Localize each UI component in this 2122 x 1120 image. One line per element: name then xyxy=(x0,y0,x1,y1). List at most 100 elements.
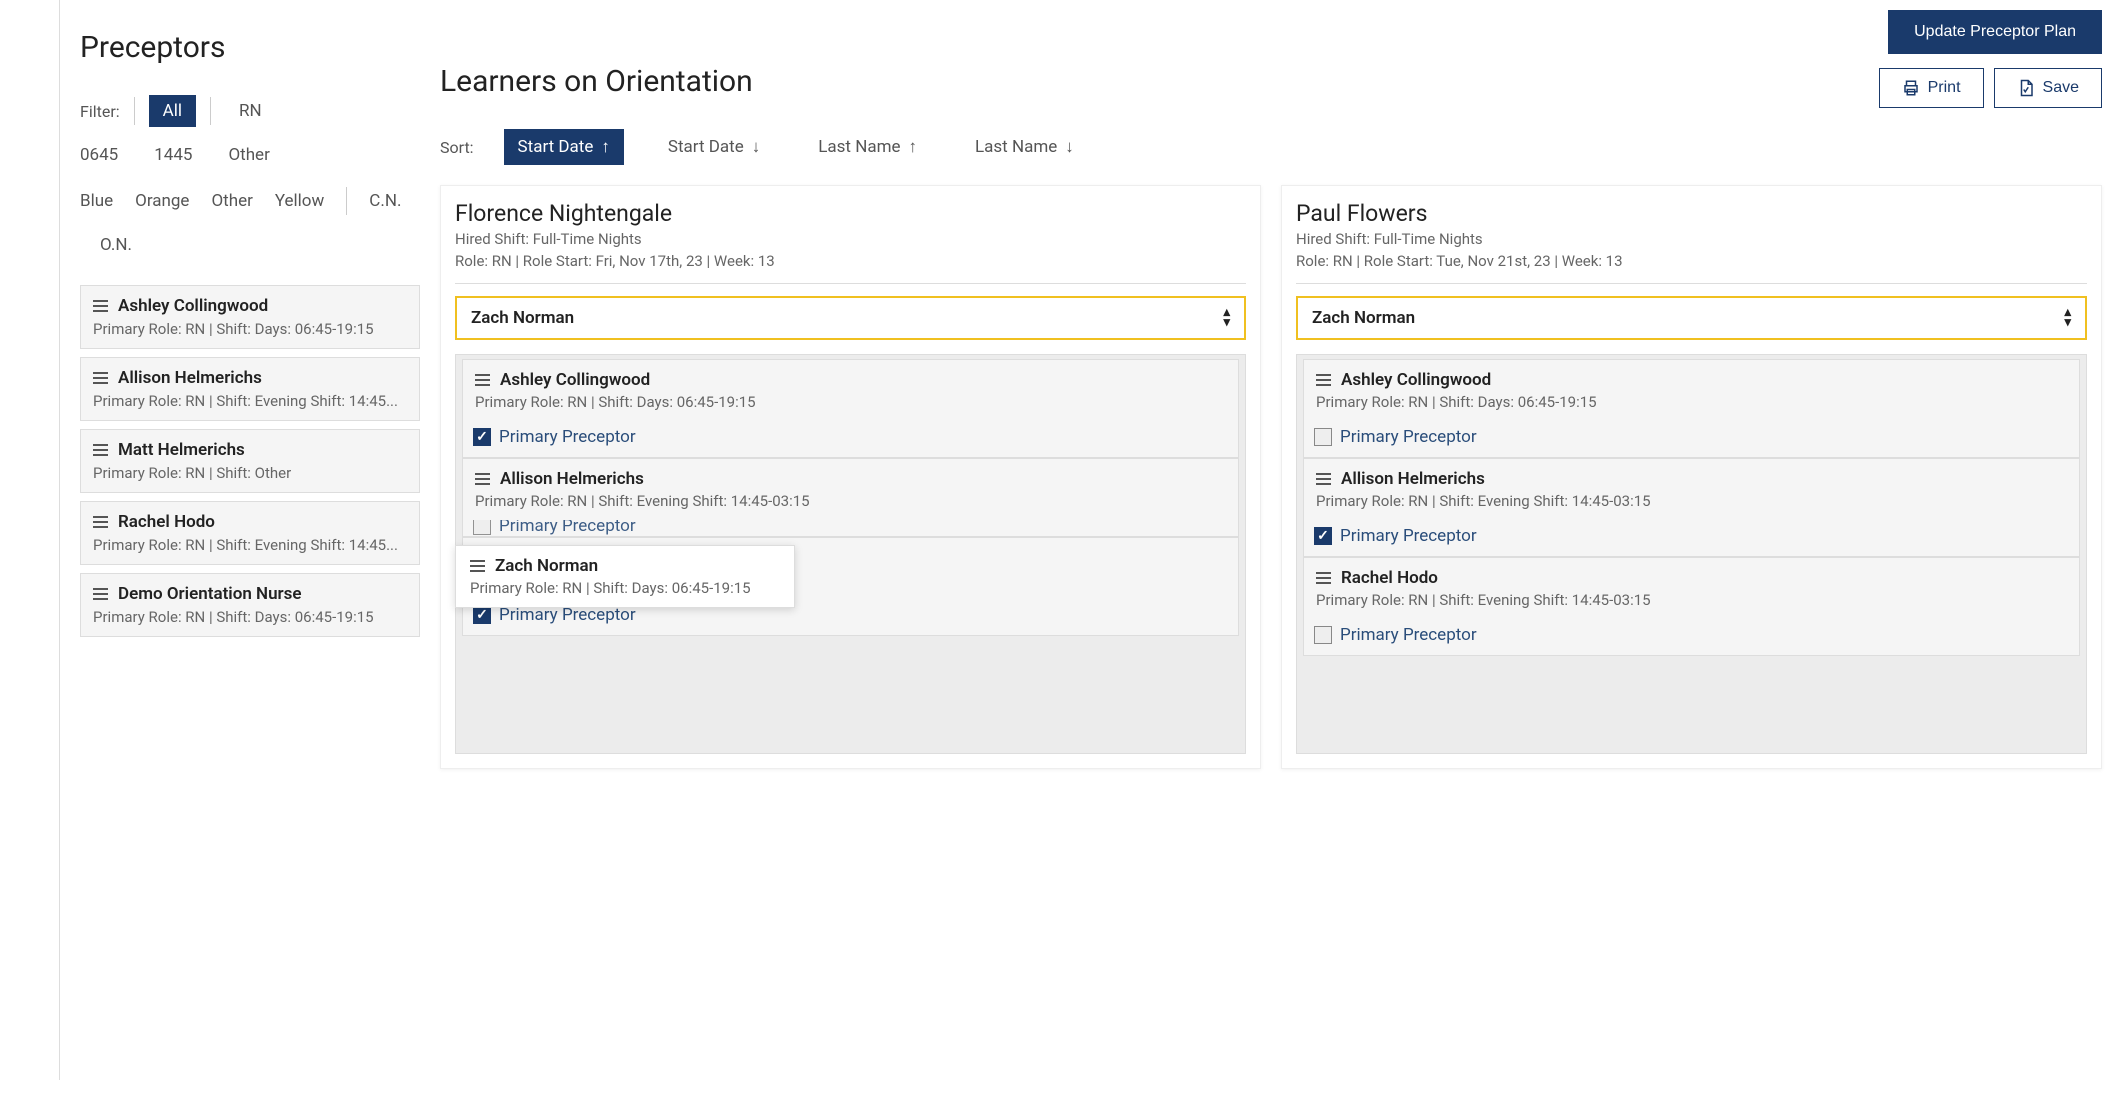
filter-row-role: Filter: All RN xyxy=(80,95,420,127)
preceptor-detail: Primary Role: RN | Shift: Other xyxy=(93,464,407,482)
left-gutter xyxy=(0,0,60,1080)
arrow-icon: ↑ xyxy=(909,137,918,157)
learners-title: Learners on Orientation xyxy=(440,64,753,99)
assigned-preceptor-item[interactable]: Ashley Collingwood Primary Role: RN | Shi… xyxy=(462,359,1239,458)
assigned-preceptor-item[interactable]: Ashley Collingwood Primary Role: RN | Shi… xyxy=(1303,359,2080,458)
drag-handle-icon[interactable] xyxy=(475,374,490,386)
primary-preceptor-checkbox[interactable] xyxy=(473,428,491,446)
divider xyxy=(210,97,211,125)
filter-chip-yellow[interactable]: Yellow xyxy=(275,191,324,211)
filter-chip-blue[interactable]: Blue xyxy=(80,191,113,211)
primary-preceptor-checkbox[interactable] xyxy=(1314,527,1332,545)
selected-preceptor-value: Zach Norman xyxy=(471,308,574,328)
primary-preceptor-row[interactable]: Primary Preceptor xyxy=(1304,421,2079,457)
save-button[interactable]: Save xyxy=(1994,68,2102,108)
learner-meta: Hired Shift: Full-Time NightsRole: RN | … xyxy=(1296,229,2087,284)
sort-label-text: Last Name xyxy=(975,137,1057,157)
drag-handle-icon[interactable] xyxy=(93,300,108,312)
top-bar: Update Preceptor Plan xyxy=(440,0,2102,64)
drag-handle-icon[interactable] xyxy=(1316,572,1331,584)
drag-handle-icon[interactable] xyxy=(1316,473,1331,485)
print-label: Print xyxy=(1928,79,1961,97)
preceptor-detail: Primary Role: RN | Shift: Evening Shift:… xyxy=(93,536,407,554)
filter-row-time: 0645 1445 Other xyxy=(80,139,420,171)
filter-chip-rn[interactable]: RN xyxy=(225,95,276,127)
header-row: Learners on Orientation Print Save xyxy=(440,64,2102,119)
select-caret-icon: ▴▾ xyxy=(1223,308,1230,328)
primary-preceptor-row[interactable]: Primary Preceptor xyxy=(1304,619,2079,655)
filter-chip-other-time[interactable]: Other xyxy=(228,139,283,171)
sort-label-text: Start Date xyxy=(668,137,744,157)
sort-row: Sort: Start Date ↑Start Date ↓Last Name … xyxy=(440,129,2102,165)
primary-preceptor-checkbox[interactable] xyxy=(1314,626,1332,644)
preceptor-item[interactable]: Demo Orientation Nurse Primary Role: RN |… xyxy=(80,573,420,637)
dragging-detail: Primary Role: RN | Shift: Days: 06:45-19… xyxy=(470,579,780,597)
update-preceptor-plan-button[interactable]: Update Preceptor Plan xyxy=(1888,10,2102,54)
select-caret-icon: ▴▾ xyxy=(2064,308,2071,328)
pdf-icon xyxy=(2017,79,2035,97)
filter-row-color: Blue Orange Other Yellow C.N. xyxy=(80,187,420,215)
assigned-detail: Primary Role: RN | Shift: Days: 06:45-19… xyxy=(475,393,1226,411)
filter-chip-orange[interactable]: Orange xyxy=(135,191,189,211)
drag-handle-icon[interactable] xyxy=(93,588,108,600)
primary-preceptor-label: Primary Preceptor xyxy=(499,520,636,536)
assigned-preceptor-list[interactable]: Ashley Collingwood Primary Role: RN | Shi… xyxy=(1296,354,2087,754)
primary-preceptor-label: Primary Preceptor xyxy=(1340,427,1477,447)
print-button[interactable]: Print xyxy=(1879,68,1984,108)
assigned-name: Ashley Collingwood xyxy=(500,370,650,390)
filter-row-on: O.N. xyxy=(80,235,420,255)
assigned-preceptor-item[interactable]: Allison HelmerichsPrimary Role: RN | Shi… xyxy=(462,458,1239,537)
preceptor-item[interactable]: Ashley CollingwoodPrimary Role: RN | Shi… xyxy=(80,285,420,349)
primary-preceptor-checkbox[interactable] xyxy=(1314,428,1332,446)
learner-name: Paul Flowers xyxy=(1296,200,2087,227)
filter-chip-1445[interactable]: 1445 xyxy=(154,139,206,171)
sort-chip[interactable]: Start Date ↑ xyxy=(504,129,624,165)
drag-handle-icon[interactable] xyxy=(475,473,490,485)
filter-chip-cn[interactable]: C.N. xyxy=(369,191,401,211)
primary-preceptor-checkbox[interactable] xyxy=(473,520,491,535)
drag-handle-icon[interactable] xyxy=(93,372,108,384)
filter-chip-0645[interactable]: 0645 xyxy=(80,139,132,171)
sort-label-text: Start Date xyxy=(518,137,594,157)
primary-preceptor-label: Primary Preceptor xyxy=(1340,526,1477,546)
arrow-icon: ↓ xyxy=(1065,137,1074,157)
primary-preceptor-checkbox[interactable] xyxy=(473,606,491,624)
primary-preceptor-row[interactable]: Primary Preceptor xyxy=(463,520,1238,536)
preceptor-name: Ashley Collingwood xyxy=(118,296,268,316)
selected-preceptor-value: Zach Norman xyxy=(1312,308,1415,328)
preceptor-item[interactable]: Allison HelmerichsPrimary Role: RN | Shi… xyxy=(80,357,420,421)
assigned-name: Ashley Collingwood xyxy=(1341,370,1491,390)
drag-handle-icon[interactable] xyxy=(470,560,485,572)
assigned-name: Allison Helmerichs xyxy=(500,469,644,489)
filter-chip-on[interactable]: O.N. xyxy=(100,235,132,255)
sort-chip[interactable]: Start Date ↓ xyxy=(654,129,774,165)
preceptor-list: Ashley Collingwood Primary Role: RN | Shi… xyxy=(80,285,420,637)
arrow-icon: ↑ xyxy=(601,137,610,157)
preceptor-select[interactable]: Zach Norman ▴▾ xyxy=(1296,296,2087,340)
drag-handle-icon[interactable] xyxy=(93,516,108,528)
sort-label: Sort: xyxy=(440,138,474,157)
assigned-preceptor-item[interactable]: Rachel HodoPrimary Role: RN | Shift: Eve… xyxy=(1303,557,2080,656)
assigned-preceptor-item[interactable]: Allison HelmerichsPrimary Role: RN | Shi… xyxy=(1303,458,2080,557)
assigned-detail: Primary Role: RN | Shift: Evening Shift:… xyxy=(1316,591,2067,609)
drag-handle-icon[interactable] xyxy=(1316,374,1331,386)
sort-label-text: Last Name xyxy=(818,137,900,157)
primary-preceptor-row[interactable]: Primary Preceptor xyxy=(463,421,1238,457)
filter-chip-other-color[interactable]: Other xyxy=(211,191,252,211)
filter-chip-all[interactable]: All xyxy=(149,95,196,127)
preceptor-item[interactable]: Matt HelmerichsPrimary Role: RN | Shift:… xyxy=(80,429,420,493)
save-label: Save xyxy=(2043,79,2079,97)
preceptor-name: Demo Orientation Nurse xyxy=(118,584,302,604)
assigned-detail: Primary Role: RN | Shift: Evening Shift:… xyxy=(1316,492,2067,510)
drag-handle-icon[interactable] xyxy=(93,444,108,456)
assigned-detail: Primary Role: RN | Shift: Days: 06:45-19… xyxy=(1316,393,2067,411)
dragging-preceptor-item[interactable]: Zach NormanPrimary Role: RN | Shift: Day… xyxy=(455,545,795,608)
learner-name: Florence Nightengale xyxy=(455,200,1246,227)
sort-chip[interactable]: Last Name ↓ xyxy=(961,129,1088,165)
preceptor-select[interactable]: Zach Norman ▴▾ xyxy=(455,296,1246,340)
preceptor-detail: Primary Role: RN | Shift: Days: 06:45-19… xyxy=(93,608,407,626)
sort-chip[interactable]: Last Name ↑ xyxy=(804,129,931,165)
preceptor-item[interactable]: Rachel HodoPrimary Role: RN | Shift: Eve… xyxy=(80,501,420,565)
primary-preceptor-row[interactable]: Primary Preceptor xyxy=(1304,520,2079,556)
preceptors-title: Preceptors xyxy=(80,30,420,65)
